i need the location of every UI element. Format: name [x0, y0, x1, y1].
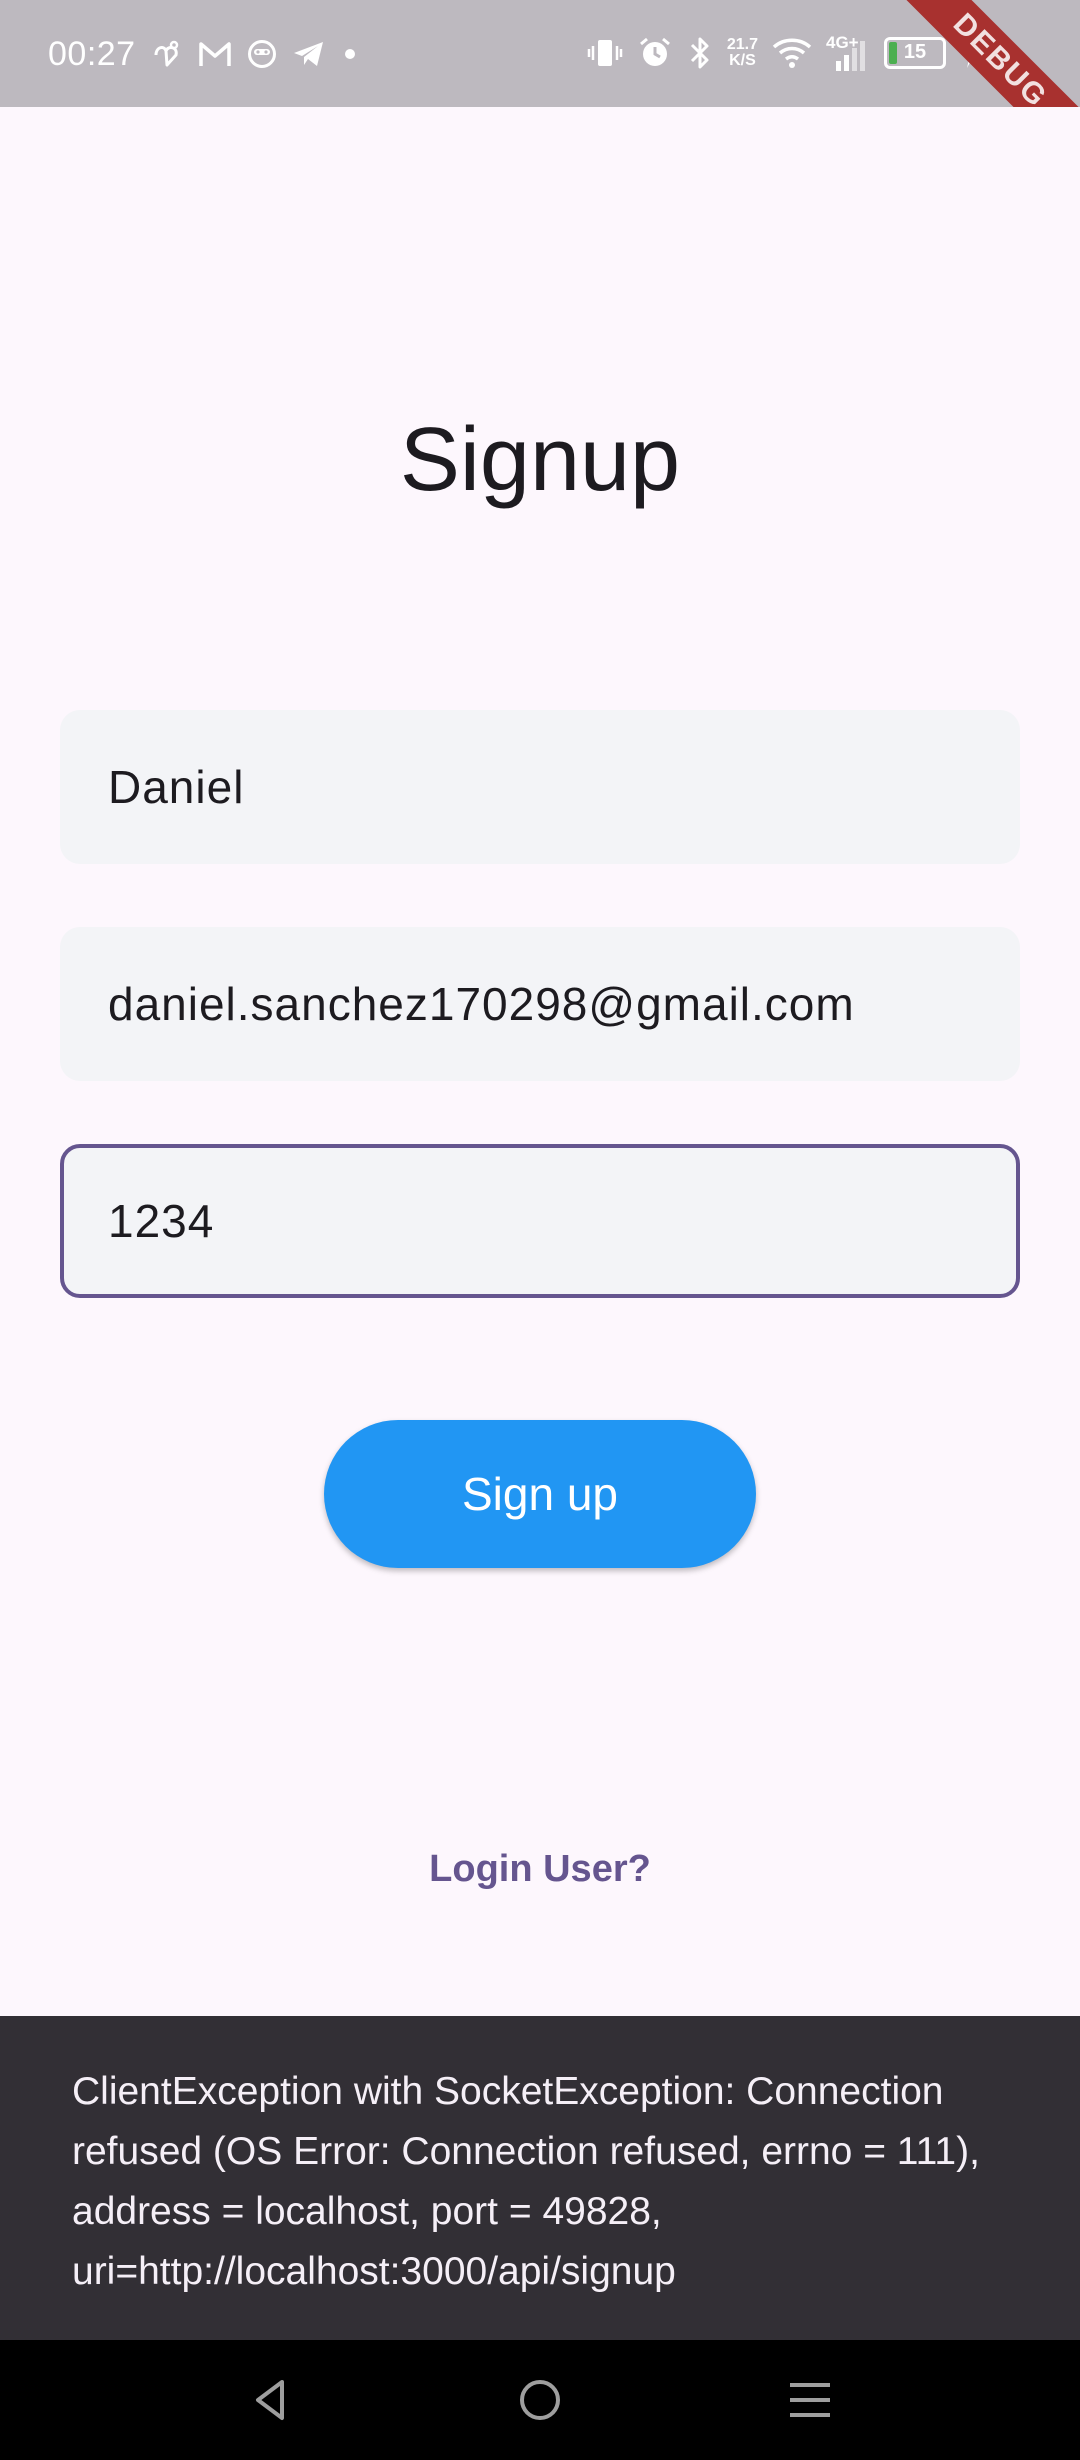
- login-user-link[interactable]: Login User?: [0, 1848, 1080, 1891]
- navigation-bar: [0, 2340, 1080, 2460]
- signal-icon: [836, 41, 865, 71]
- page-title: Signup: [399, 410, 681, 510]
- signal-group: 4G+: [826, 33, 870, 73]
- vibrate-icon: [587, 40, 623, 66]
- notification-icons: [150, 36, 360, 72]
- back-button[interactable]: [240, 2370, 300, 2430]
- wifi-icon: [772, 38, 812, 68]
- gmail-icon: [199, 42, 231, 66]
- email-input[interactable]: [60, 927, 1020, 1081]
- home-circle-icon: [520, 2380, 560, 2420]
- name-input[interactable]: [60, 710, 1020, 864]
- password-input[interactable]: [64, 1148, 1016, 1294]
- smiley-icon: [248, 40, 276, 68]
- dot-icon: [345, 49, 355, 59]
- email-field[interactable]: [60, 927, 1020, 1081]
- error-snackbar: ClientException with SocketException: Co…: [0, 2016, 1080, 2340]
- back-triangle-icon: [256, 2380, 284, 2420]
- system-icons: 21.7 K/S 4G+ 15: [587, 30, 980, 76]
- name-field[interactable]: [60, 710, 1020, 864]
- battery-level: 15: [903, 41, 927, 63]
- heart-hands-icon: [154, 40, 179, 67]
- home-button[interactable]: [510, 2370, 570, 2430]
- battery-icon: 15: [884, 37, 946, 69]
- bluetooth-icon: [690, 37, 709, 69]
- net-speed-value: 21.7: [726, 36, 758, 53]
- status-bar: 00:27 21.7 K/S 4G+ 15 DEBUG: [0, 0, 1080, 107]
- alarm-icon: [639, 37, 670, 66]
- menu-lines-icon: [790, 2383, 830, 2417]
- recents-button[interactable]: [780, 2370, 840, 2430]
- net-speed-unit: K/S: [729, 52, 756, 69]
- telegram-icon: [294, 42, 323, 66]
- net-speed: 21.7 K/S: [727, 37, 758, 69]
- snackbar-message: ClientException with SocketException: Co…: [72, 2070, 980, 2293]
- password-field[interactable]: [60, 1144, 1020, 1298]
- status-time: 00:27: [48, 35, 136, 73]
- signup-button[interactable]: Sign up: [324, 1420, 756, 1568]
